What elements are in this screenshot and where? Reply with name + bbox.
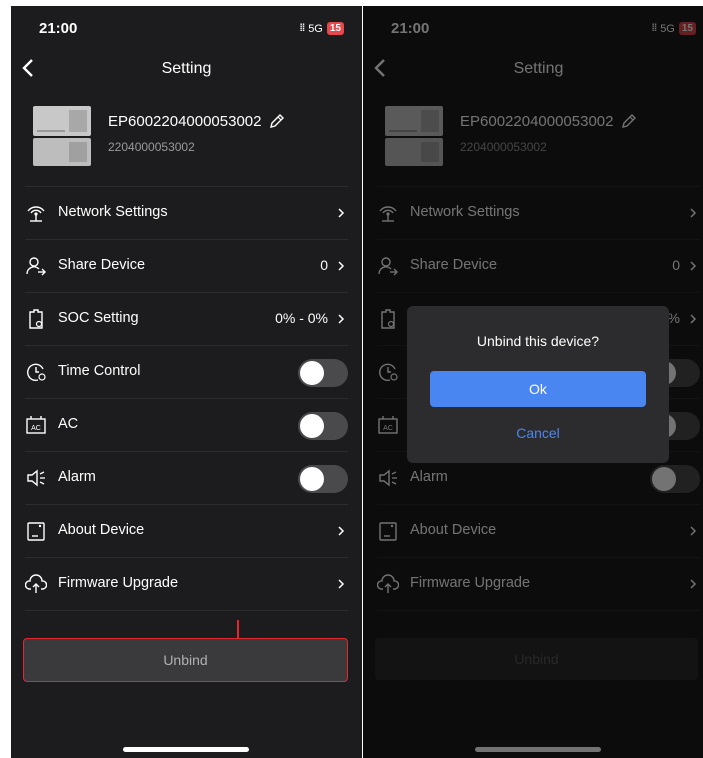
alarm-toggle[interactable] [298, 465, 348, 493]
menu-about-device[interactable]: About Device [25, 504, 348, 557]
battery-icon: 15 [326, 22, 344, 35]
chevron-right-icon [338, 261, 345, 271]
menu-soc-setting[interactable]: SOC Setting 0% - 0% [25, 292, 348, 345]
share-count: 0 [320, 257, 328, 273]
menu-time-control: Time Control [25, 345, 348, 398]
menu-ac: AC AC [25, 398, 348, 451]
list-divider [25, 610, 348, 611]
status-indicators: ⁞⁞ 5G 15 [300, 22, 344, 35]
device-name: EP6002204000053002 [108, 112, 262, 130]
nav-bar: Setting [11, 54, 362, 82]
device-header[interactable]: EP6002204000053002 2204000053002 [31, 104, 342, 168]
ac-toggle[interactable] [298, 412, 348, 440]
phone-screen-unbind-dialog: 21:00 ⁞⁞ 5G 15 Setting EP600220400005300… [363, 6, 703, 758]
share-user-icon [26, 257, 46, 276]
menu-label: Network Settings [58, 204, 168, 220]
menu-label: AC [58, 416, 79, 432]
chevron-right-icon [338, 314, 345, 324]
menu-label: About Device [58, 522, 145, 538]
unbind-button[interactable]: Unbind [23, 638, 348, 682]
status-time: 21:00 [39, 20, 78, 37]
menu-firmware-upgrade[interactable]: Firmware Upgrade [25, 557, 348, 610]
svg-text:AC: AC [31, 425, 41, 432]
toggle-knob [300, 467, 324, 491]
toggle-knob [300, 361, 324, 385]
dialog-title: Unbind this device? [476, 333, 600, 349]
status-bar: 21:00 ⁞⁞ 5G 15 [11, 20, 362, 40]
page-title: Setting [161, 60, 212, 77]
menu-label: Firmware Upgrade [58, 575, 179, 591]
home-indicator [123, 747, 249, 752]
speaker-icon [27, 469, 45, 487]
menu-share-device[interactable]: Share Device 0 [25, 239, 348, 292]
ok-button[interactable]: Ok [430, 371, 646, 407]
soc-range: 0% - 0% [275, 310, 328, 326]
menu-label: Alarm [58, 469, 96, 485]
toggle-knob [300, 414, 324, 438]
clock-icon [27, 363, 46, 382]
menu-label: Share Device [58, 257, 146, 273]
menu-label: Time Control [58, 363, 141, 379]
unbind-confirm-dialog: Unbind this device? Ok Cancel [407, 306, 669, 463]
device-image [33, 106, 91, 166]
highlight-arrow-icon [237, 620, 239, 640]
menu-alarm: Alarm [25, 451, 348, 504]
signal-icon: ⁞⁞ [299, 23, 306, 34]
ac-icon: AC [26, 416, 46, 434]
cancel-button[interactable]: Cancel [407, 425, 669, 441]
chevron-right-icon [338, 526, 345, 536]
menu-label: SOC Setting [58, 310, 139, 326]
phone-screen-settings: 21:00 ⁞⁞ 5G 15 Setting EP600220400005300… [11, 6, 362, 758]
chevron-right-icon [338, 208, 345, 218]
device-info-icon [27, 522, 45, 541]
menu-network-settings[interactable]: Network Settings [25, 186, 348, 239]
time-control-toggle[interactable] [298, 359, 348, 387]
device-serial: 2204000053002 [108, 140, 195, 154]
settings-list: Network Settings Share Device 0 SOC Sett… [25, 186, 348, 611]
cloud-upload-icon [25, 574, 47, 593]
battery-soc-icon [29, 309, 43, 329]
device-name-row: EP6002204000053002 [108, 112, 286, 130]
edit-pencil-icon[interactable] [268, 112, 286, 130]
network-type: 5G [308, 22, 323, 35]
network-icon [27, 206, 45, 222]
chevron-right-icon [338, 579, 345, 589]
